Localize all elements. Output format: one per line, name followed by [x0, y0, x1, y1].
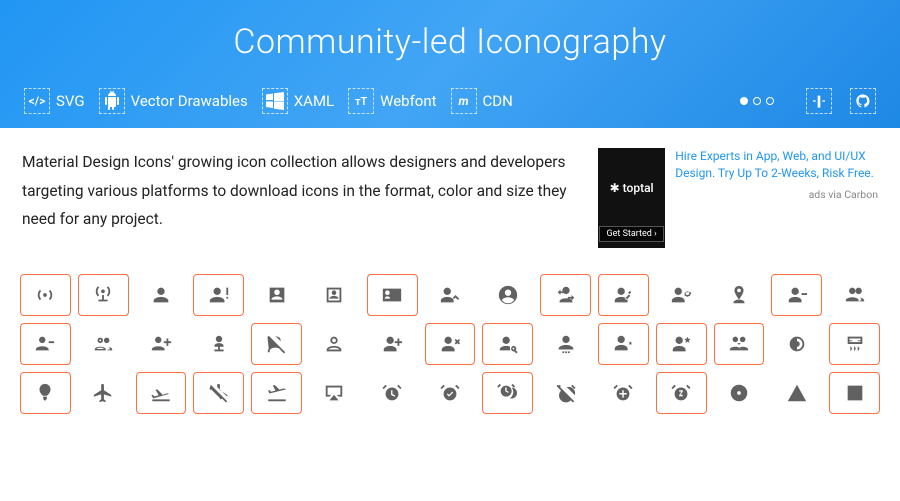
- airplane-landing-icon[interactable]: [136, 372, 187, 414]
- account-settings-variant-icon[interactable]: [598, 323, 649, 365]
- code-icon: </>: [24, 88, 50, 114]
- air-conditioner-icon[interactable]: [829, 323, 880, 365]
- ad-brand: ✱ toptal: [610, 181, 654, 195]
- cdn-icon: m: [451, 88, 477, 114]
- airplane-takeoff-icon[interactable]: [251, 372, 302, 414]
- format-label: CDN: [483, 92, 513, 110]
- format-label: Vector Drawables: [131, 92, 248, 110]
- account-minus-icon[interactable]: [771, 274, 822, 316]
- ad-cta: Get Started ›: [599, 226, 663, 242]
- carbon-ad[interactable]: ✱ toptal Get Started › Hire Experts in A…: [598, 148, 878, 248]
- format-svg[interactable]: </> SVG: [24, 88, 85, 114]
- account-settings-icon[interactable]: [540, 323, 591, 365]
- format-cdn[interactable]: m CDN: [451, 88, 513, 114]
- page-title: Community-led Iconography: [20, 22, 880, 62]
- format-label: SVG: [56, 92, 85, 110]
- account-key-icon[interactable]: [656, 274, 707, 316]
- alarm-plus-icon[interactable]: [598, 372, 649, 414]
- account-box-outline-icon[interactable]: [309, 274, 360, 316]
- ad-text: Hire Experts in App, Web, and UI/UX Desi…: [675, 148, 878, 248]
- account-alert-icon[interactable]: [193, 274, 244, 316]
- account-search-icon[interactable]: [482, 323, 533, 365]
- intro-text: Material Design Icons' growing icon coll…: [22, 148, 580, 234]
- account-edit-icon[interactable]: [598, 274, 649, 316]
- alarm-off-icon[interactable]: [540, 372, 591, 414]
- airplay-icon[interactable]: [309, 372, 360, 414]
- android-icon: [99, 88, 125, 114]
- account-remove-icon[interactable]: [425, 323, 476, 365]
- account-multiple-icon[interactable]: [829, 274, 880, 316]
- alarm-icon[interactable]: [367, 372, 418, 414]
- grid-icon[interactable]: [806, 88, 832, 114]
- alert-box-icon[interactable]: [829, 372, 880, 414]
- album-icon[interactable]: [714, 372, 765, 414]
- adjust-icon[interactable]: [771, 323, 822, 365]
- windows-icon: [262, 88, 288, 114]
- account-off-icon[interactable]: [251, 323, 302, 365]
- account-circle-icon[interactable]: [482, 274, 533, 316]
- github-icon[interactable]: [850, 88, 876, 114]
- account-multiple-plus-icon[interactable]: [136, 323, 187, 365]
- format-xaml[interactable]: XAML: [262, 88, 334, 114]
- account-plus-icon[interactable]: [367, 323, 418, 365]
- account-star-icon[interactable]: [656, 323, 707, 365]
- alarm-check-icon[interactable]: [425, 372, 476, 414]
- format-label: Webfont: [380, 92, 436, 110]
- format-nav: </> SVG Vector Drawables XAML тT Webfont…: [20, 88, 880, 114]
- ad-copy[interactable]: Hire Experts in App, Web, and UI/UX Desi…: [675, 149, 874, 180]
- access-point-network-icon[interactable]: [78, 274, 129, 316]
- account-multiple-outline-icon[interactable]: [78, 323, 129, 365]
- account-location-icon[interactable]: [714, 274, 765, 316]
- format-webfont[interactable]: тT Webfont: [348, 88, 436, 114]
- alarm-multiple-icon[interactable]: [482, 372, 533, 414]
- account-switch-icon[interactable]: [714, 323, 765, 365]
- account-check-icon[interactable]: [425, 274, 476, 316]
- account-outline-icon[interactable]: [309, 323, 360, 365]
- format-label: XAML: [294, 92, 334, 110]
- airballoon-icon[interactable]: [20, 372, 71, 414]
- account-convert-icon[interactable]: [540, 274, 591, 316]
- account-icon[interactable]: [136, 274, 187, 316]
- access-point-icon[interactable]: [20, 274, 71, 316]
- account-card-details-icon[interactable]: [367, 274, 418, 316]
- text-icon: тT: [348, 88, 374, 114]
- intro-section: Material Design Icons' growing icon coll…: [0, 128, 900, 266]
- alarm-snooze-icon[interactable]: [656, 372, 707, 414]
- alert-icon[interactable]: [771, 372, 822, 414]
- ad-via: ads via Carbon: [675, 188, 878, 203]
- format-vector-drawables[interactable]: Vector Drawables: [99, 88, 248, 114]
- ad-image: ✱ toptal Get Started ›: [598, 148, 665, 248]
- account-multiple-minus-icon[interactable]: [20, 323, 71, 365]
- account-box-icon[interactable]: [251, 274, 302, 316]
- carousel-dots[interactable]: [740, 97, 774, 105]
- airplane-icon[interactable]: [78, 372, 129, 414]
- account-network-icon[interactable]: [193, 323, 244, 365]
- icon-grid: [0, 266, 900, 434]
- hero-banner: Community-led Iconography </> SVG Vector…: [0, 0, 900, 128]
- airplane-off-icon[interactable]: [193, 372, 244, 414]
